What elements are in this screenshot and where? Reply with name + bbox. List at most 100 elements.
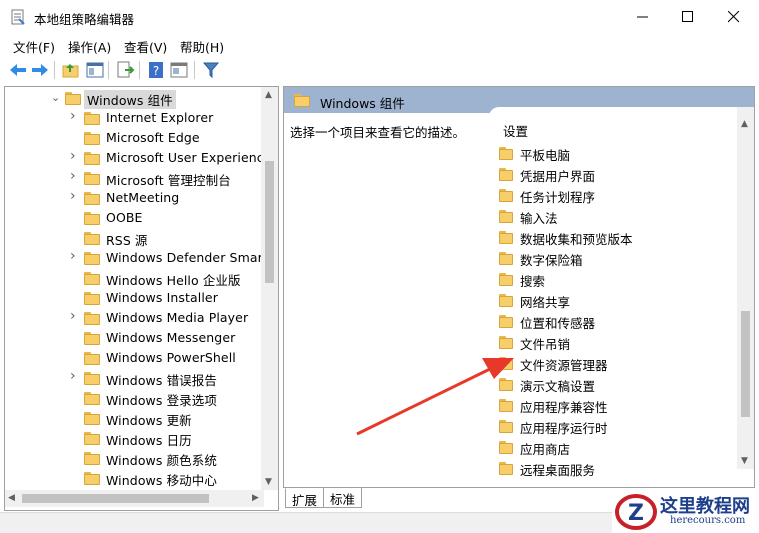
tree-horizontal-scrollbar[interactable]: ◀ ▶ [5, 490, 264, 507]
list-item[interactable]: 平板电脑 [499, 143, 739, 164]
tree-vertical-scrollbar[interactable]: ▲ ▼ [261, 87, 278, 490]
list-item[interactable]: 演示文稿设置 [499, 374, 739, 395]
folder-icon [499, 231, 513, 244]
tree-item-label: Windows Hello 企业版 [106, 273, 241, 288]
menu-help[interactable]: 帮助(H) [180, 37, 224, 56]
back-arrow-icon[interactable] [8, 60, 28, 80]
settings-column-header[interactable]: 设置 [503, 121, 528, 140]
list-item[interactable]: 数据收集和预览版本 [499, 227, 739, 248]
scroll-down-icon[interactable]: ▼ [741, 456, 748, 466]
close-button[interactable] [711, 0, 757, 33]
tree-item[interactable]: › Internet Explorer [5, 109, 265, 129]
tree-item[interactable]: Windows 颜色系统 [5, 449, 265, 469]
list-item-label: 数据收集和预览版本 [520, 232, 633, 247]
scroll-thumb[interactable] [265, 161, 274, 283]
expand-chevron-icon[interactable]: › [70, 109, 80, 123]
list-item[interactable]: 搜索 [499, 269, 739, 290]
folder-icon [84, 432, 100, 445]
list-item-label: 凭据用户界面 [520, 169, 596, 184]
list-item[interactable]: 位置和传感器 [499, 311, 739, 332]
list-item-label: 文件吊销 [520, 337, 571, 352]
list-item[interactable]: 远程桌面服务 [499, 458, 739, 479]
minimize-button[interactable] [620, 0, 666, 33]
scroll-up-icon[interactable]: ▲ [265, 90, 272, 100]
expand-chevron-icon[interactable]: › [70, 169, 80, 183]
folder-icon [84, 172, 100, 185]
tree-item[interactable]: Windows 移动中心 [5, 469, 265, 489]
tree-item[interactable]: Windows Hello 企业版 [5, 269, 265, 289]
folder-icon [84, 452, 100, 465]
list-item[interactable]: 输入法 [499, 206, 739, 227]
svg-text:Z: Z [628, 501, 644, 526]
expand-chevron-icon[interactable]: › [70, 309, 80, 323]
tree-item[interactable]: Microsoft Edge [5, 129, 265, 149]
forward-arrow-icon[interactable] [30, 60, 50, 80]
tree-item[interactable]: Windows Installer [5, 289, 265, 309]
scroll-thumb[interactable] [22, 494, 209, 503]
list-item-label: 远程桌面服务 [520, 463, 596, 478]
tree-item-label: Windows Media Player [106, 310, 249, 325]
tree-item[interactable]: Windows 日历 [5, 429, 265, 449]
scroll-thumb[interactable] [741, 311, 750, 417]
folder-icon [84, 292, 100, 305]
tree-item[interactable]: RSS 源 [5, 229, 265, 249]
filter-icon[interactable] [201, 60, 221, 80]
settings-list: 设置 平板电脑凭据用户界面 任务计划程序 输入法数据收集和预览版本 数字保险箱 搜索 网络… [489, 107, 754, 487]
tree-item[interactable]: › NetMeeting [5, 189, 265, 209]
folder-icon [84, 132, 100, 145]
folder-icon [499, 399, 513, 412]
tree-item[interactable]: › Windows 错误报告 [5, 369, 265, 389]
tree-item-windows-components[interactable]: ⌄ Windows 组件 [5, 89, 265, 109]
toolbar-separator [108, 61, 109, 79]
expand-chevron-icon[interactable]: › [70, 149, 80, 163]
list-item[interactable]: 文件吊销 [499, 332, 739, 353]
list-item[interactable]: 网络共享 [499, 290, 739, 311]
list-item[interactable]: 任务计划程序 [499, 185, 739, 206]
properties-icon[interactable] [169, 60, 189, 80]
menu-action[interactable]: 操作(A) [68, 37, 111, 56]
tree-item[interactable]: OOBE [5, 209, 265, 229]
tree-item[interactable]: › Windows Defender SmartS [5, 249, 276, 269]
list-item[interactable]: 凭据用户界面 [499, 164, 739, 185]
watermark-logo: Z 这里教程网 herecours.com [612, 490, 759, 533]
scroll-up-icon[interactable]: ▲ [741, 119, 748, 129]
help-icon[interactable]: ? [146, 60, 166, 80]
list-item-label: 应用程序运行时 [520, 421, 608, 436]
expand-chevron-icon[interactable]: › [70, 249, 80, 263]
list-item-label: 应用商店 [520, 442, 571, 457]
toolbar-separator [194, 61, 195, 79]
tree-item[interactable]: › Windows Media Player [5, 309, 265, 329]
tree-item[interactable]: › Microsoft 管理控制台 [5, 169, 265, 189]
list-item[interactable]: 文件资源管理器 [499, 353, 739, 374]
tree-item[interactable]: Windows 登录选项 [5, 389, 265, 409]
expand-chevron-icon[interactable]: › [70, 369, 80, 383]
scroll-right-icon[interactable]: ▶ [252, 493, 259, 503]
expand-chevron-icon[interactable]: › [70, 189, 80, 203]
list-item-label: 数字保险箱 [520, 253, 583, 268]
scroll-left-icon[interactable]: ◀ [8, 493, 15, 503]
tree-item[interactable]: Windows Messenger [5, 329, 265, 349]
folder-icon [499, 252, 513, 265]
tree-pane[interactable]: ⌄ Windows 组件 › Internet Explorer Microsoft… [4, 86, 279, 511]
list-item[interactable]: 数字保险箱 [499, 248, 739, 269]
tree-item-label: Windows PowerShell [106, 350, 236, 365]
folder-icon [84, 232, 100, 245]
collapse-chevron-icon[interactable]: ⌄ [51, 92, 61, 104]
maximize-button[interactable] [665, 0, 711, 33]
up-folder-icon[interactable] [61, 60, 81, 80]
list-item[interactable]: 应用程序运行时 [499, 416, 739, 437]
tree-item[interactable]: Windows 更新 [5, 409, 265, 429]
folder-icon [84, 312, 100, 325]
list-vertical-scrollbar[interactable]: ▲ ▼ [737, 107, 754, 469]
menu-view[interactable]: 查看(V) [124, 37, 167, 56]
export-list-icon[interactable] [115, 60, 135, 80]
list-item[interactable]: 应用程序兼容性 [499, 395, 739, 416]
tree-item[interactable]: › Microsoft User Experience [5, 149, 271, 169]
tree-item[interactable]: Windows PowerShell [5, 349, 265, 369]
scroll-down-icon[interactable]: ▼ [265, 477, 272, 487]
menu-file[interactable]: 文件(F) [13, 37, 55, 56]
show-hide-tree-icon[interactable] [85, 60, 105, 80]
tab-standard[interactable]: 标准 [323, 488, 363, 508]
list-item[interactable]: 应用商店 [499, 437, 739, 458]
tab-extended[interactable]: 扩展 [285, 488, 325, 508]
